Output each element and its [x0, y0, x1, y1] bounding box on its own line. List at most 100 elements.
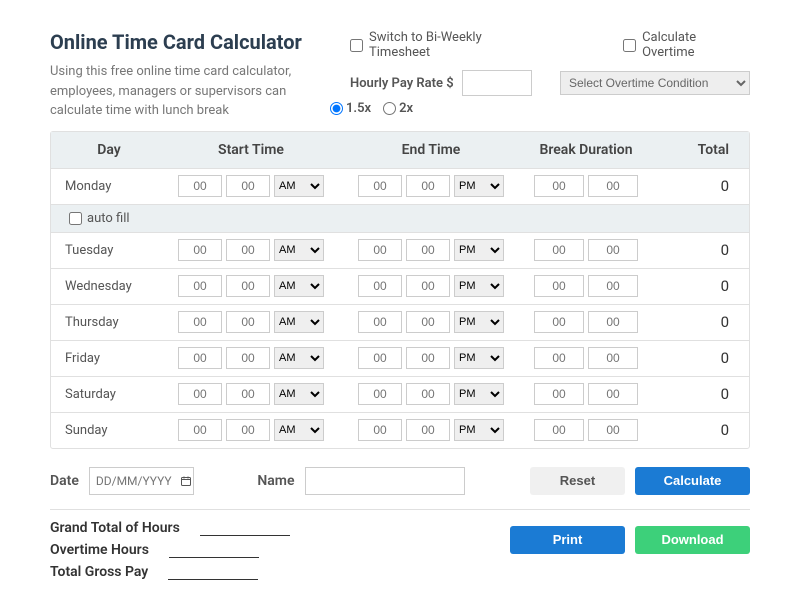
- download-button[interactable]: Download: [635, 526, 750, 554]
- start-ampm-select[interactable]: AM: [274, 311, 324, 333]
- end-hour-input[interactable]: [358, 311, 402, 333]
- start-hour-input[interactable]: [178, 347, 222, 369]
- start-min-input[interactable]: [226, 383, 270, 405]
- table-row: Tuesday AM PM 0: [51, 232, 749, 268]
- start-min-input[interactable]: [226, 419, 270, 441]
- start-min-input[interactable]: [226, 311, 270, 333]
- row-total: 0: [651, 233, 749, 267]
- table-row: Monday AM PM 0: [51, 168, 749, 204]
- break-hour-input[interactable]: [534, 239, 584, 261]
- break-min-input[interactable]: [588, 175, 638, 197]
- overtime-toggle[interactable]: Calculate Overtime: [623, 30, 750, 60]
- grand-total-label: Grand Total of Hours: [50, 520, 180, 536]
- start-hour-input[interactable]: [178, 239, 222, 261]
- overtime-hours-label: Overtime Hours: [50, 542, 149, 558]
- table-row: SaturdayAMPM0: [51, 376, 749, 412]
- break-hour-input[interactable]: [534, 311, 584, 333]
- grand-total-value: [200, 520, 290, 536]
- table-row: Wednesday AM PM 0: [51, 268, 749, 304]
- start-ampm-select[interactable]: AM: [274, 347, 324, 369]
- gross-pay-value: [168, 564, 258, 580]
- break-hour-input[interactable]: [534, 419, 584, 441]
- end-hour-input[interactable]: [358, 239, 402, 261]
- name-input[interactable]: [305, 467, 465, 495]
- end-min-input[interactable]: [406, 311, 450, 333]
- mult-2x-option[interactable]: 2x: [383, 101, 413, 116]
- overtime-checkbox[interactable]: [623, 39, 636, 52]
- biweekly-checkbox[interactable]: [350, 39, 363, 52]
- break-min-input[interactable]: [588, 239, 638, 261]
- start-hour-input[interactable]: [178, 311, 222, 333]
- end-min-input[interactable]: [406, 419, 450, 441]
- break-hour-input[interactable]: [534, 347, 584, 369]
- day-cell: Wednesday: [51, 269, 161, 304]
- day-cell: Monday: [51, 169, 161, 204]
- mult-2x-radio[interactable]: [383, 102, 396, 115]
- end-min-input[interactable]: [406, 383, 450, 405]
- end-hour-input[interactable]: [358, 419, 402, 441]
- date-input[interactable]: [89, 467, 194, 495]
- day-cell: Tuesday: [51, 233, 161, 268]
- mult-15x-option[interactable]: 1.5x: [330, 101, 371, 116]
- row-total: 0: [651, 269, 749, 303]
- break-hour-input[interactable]: [534, 383, 584, 405]
- start-ampm-select[interactable]: AM: [274, 419, 324, 441]
- row-total: 0: [651, 169, 749, 203]
- print-button[interactable]: Print: [510, 526, 625, 554]
- overtime-condition-select[interactable]: Select Overtime Condition: [560, 71, 750, 95]
- break-min-input[interactable]: [588, 419, 638, 441]
- start-min-input[interactable]: [226, 239, 270, 261]
- break-hour-input[interactable]: [534, 175, 584, 197]
- intro-blurb: Using this free online time card calcula…: [50, 62, 330, 121]
- time-table: Day Start Time End Time Break Duration T…: [50, 131, 750, 449]
- end-hour-input[interactable]: [358, 347, 402, 369]
- biweekly-toggle[interactable]: Switch to Bi-Weekly Timesheet: [350, 30, 543, 60]
- break-min-input[interactable]: [588, 383, 638, 405]
- col-end-header: End Time: [341, 132, 521, 168]
- start-ampm-select[interactable]: AM: [274, 275, 324, 297]
- start-ampm-select[interactable]: AM: [274, 383, 324, 405]
- row-total: 0: [651, 377, 749, 411]
- date-label: Date: [50, 473, 79, 489]
- end-ampm-select[interactable]: PM: [454, 383, 504, 405]
- row-total: 0: [651, 341, 749, 375]
- start-hour-input[interactable]: [178, 175, 222, 197]
- end-ampm-select[interactable]: PM: [454, 311, 504, 333]
- start-hour-input[interactable]: [178, 275, 222, 297]
- day-cell: Sunday: [51, 413, 161, 448]
- start-min-input[interactable]: [226, 347, 270, 369]
- start-hour-input[interactable]: [178, 419, 222, 441]
- end-hour-input[interactable]: [358, 275, 402, 297]
- row-total: 0: [651, 413, 749, 447]
- autofill-label: auto fill: [87, 211, 130, 226]
- end-min-input[interactable]: [406, 275, 450, 297]
- break-min-input[interactable]: [588, 275, 638, 297]
- start-ampm-select[interactable]: AM: [274, 239, 324, 261]
- start-hour-input[interactable]: [178, 383, 222, 405]
- start-ampm-select[interactable]: AM: [274, 175, 324, 197]
- autofill-checkbox[interactable]: [69, 212, 82, 225]
- name-label: Name: [257, 473, 294, 489]
- mult-15x-radio[interactable]: [330, 102, 343, 115]
- end-ampm-select[interactable]: PM: [454, 239, 504, 261]
- end-min-input[interactable]: [406, 347, 450, 369]
- break-min-input[interactable]: [588, 311, 638, 333]
- table-row: Sunday AM PM 0: [51, 412, 749, 448]
- reset-button[interactable]: Reset: [530, 467, 625, 495]
- autofill-toggle[interactable]: auto fill: [61, 211, 739, 226]
- start-min-input[interactable]: [226, 175, 270, 197]
- end-min-input[interactable]: [406, 175, 450, 197]
- end-hour-input[interactable]: [358, 175, 402, 197]
- rate-input[interactable]: [462, 70, 532, 96]
- end-min-input[interactable]: [406, 239, 450, 261]
- end-hour-input[interactable]: [358, 383, 402, 405]
- break-hour-input[interactable]: [534, 275, 584, 297]
- end-ampm-select[interactable]: PM: [454, 419, 504, 441]
- calculate-button[interactable]: Calculate: [635, 467, 750, 495]
- end-ampm-select[interactable]: PM: [454, 347, 504, 369]
- break-min-input[interactable]: [588, 347, 638, 369]
- day-cell: Thursday: [51, 305, 161, 340]
- end-ampm-select[interactable]: PM: [454, 275, 504, 297]
- end-ampm-select[interactable]: PM: [454, 175, 504, 197]
- start-min-input[interactable]: [226, 275, 270, 297]
